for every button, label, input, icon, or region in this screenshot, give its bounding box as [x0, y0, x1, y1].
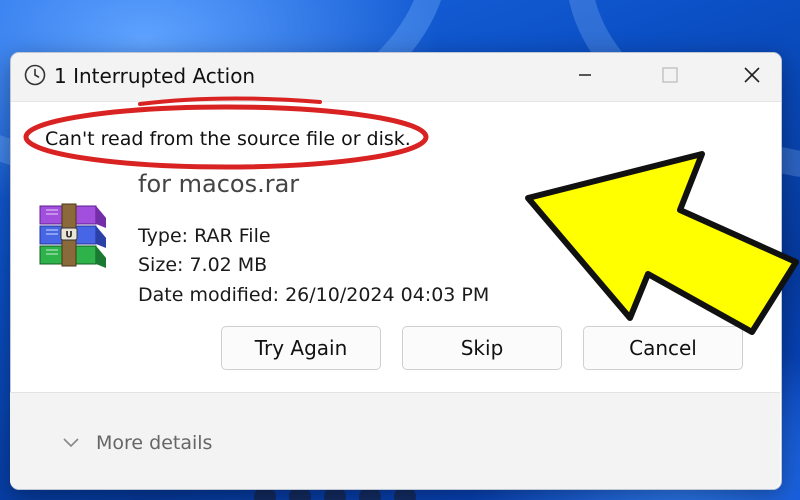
more-details-toggle[interactable]: More details	[62, 429, 212, 457]
file-size: Size: 7.02 MB	[138, 254, 268, 276]
file-name: for macos.rar	[138, 170, 300, 198]
minimize-icon	[577, 67, 593, 87]
skip-button[interactable]: Skip	[402, 326, 562, 370]
error-message: Can't read from the source file or disk.	[45, 128, 411, 150]
more-details-label: More details	[96, 432, 213, 454]
try-again-button[interactable]: Try Again	[221, 326, 381, 370]
cancel-button[interactable]: Cancel	[583, 326, 743, 370]
details-footer: More details	[10, 392, 780, 489]
maximize-button[interactable]	[641, 59, 699, 95]
file-date-modified: Date modified: 26/10/2024 04:03 PM	[138, 284, 490, 306]
desktop-background: 1 Interrupted Action Can't read from the…	[0, 0, 800, 500]
chevron-down-icon	[62, 434, 80, 453]
clock-icon	[24, 64, 46, 86]
maximize-icon	[661, 66, 679, 88]
svg-text:U: U	[65, 231, 72, 241]
file-type: Type: RAR File	[138, 225, 271, 247]
close-button[interactable]	[723, 59, 781, 95]
dialog-title: 1 Interrupted Action	[54, 64, 256, 88]
minimize-button[interactable]	[556, 59, 614, 95]
dialog-titlebar[interactable]: 1 Interrupted Action	[11, 53, 781, 102]
winrar-archive-icon: U	[36, 200, 124, 270]
close-icon	[742, 65, 762, 89]
